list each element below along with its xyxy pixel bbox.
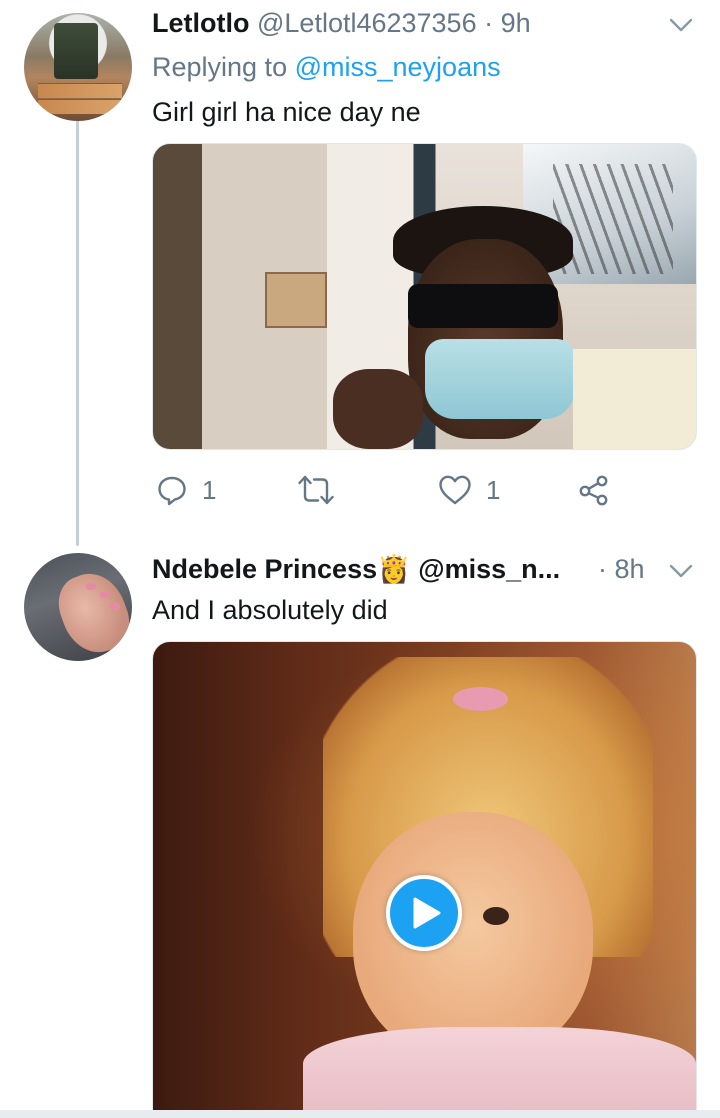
- share-button[interactable]: [578, 470, 610, 510]
- tweet-video[interactable]: [152, 641, 697, 1118]
- avatar[interactable]: [24, 13, 132, 121]
- reply-button[interactable]: 1: [156, 470, 216, 510]
- display-name[interactable]: Letlotlo: [152, 8, 249, 38]
- display-name[interactable]: Ndebele Princess: [152, 554, 377, 584]
- timestamp[interactable]: 9h: [501, 8, 531, 38]
- tweet-photo[interactable]: [152, 143, 697, 450]
- share-icon: [579, 475, 608, 506]
- tweet-meta: · 8h: [598, 553, 645, 585]
- user-handle[interactable]: @miss_n...: [418, 554, 560, 584]
- tweet-actions: 1 1: [152, 470, 695, 510]
- tweet-text: Girl girl ha nice day ne: [152, 97, 421, 127]
- user-handle[interactable]: @Letlotl46237356: [257, 8, 477, 38]
- separator-dot: ·: [598, 554, 607, 584]
- like-icon: [439, 475, 471, 505]
- play-icon: [413, 897, 441, 929]
- thread-connector-line: [76, 118, 79, 546]
- chevron-down-icon[interactable]: [668, 12, 694, 38]
- like-button[interactable]: 1: [438, 470, 500, 510]
- reply-mention-link[interactable]: @miss_neyjoans: [295, 52, 501, 82]
- retweet-icon: [298, 475, 334, 505]
- timestamp[interactable]: 8h: [615, 554, 645, 584]
- tweet-header: Letlotlo @Letlotl46237356 · 9h: [152, 7, 531, 39]
- chevron-down-icon[interactable]: [668, 558, 694, 584]
- play-button[interactable]: [386, 875, 462, 951]
- tweet-text: And I absolutely did: [152, 595, 388, 625]
- like-count: 1: [486, 474, 501, 505]
- timeline: Letlotlo @Letlotl46237356 · 9h Replying …: [0, 0, 720, 1118]
- tweet-header: Ndebele Princess👸 @miss_n...: [152, 553, 560, 585]
- princess-emoji: 👸: [377, 554, 411, 584]
- reply-icon: [158, 476, 186, 506]
- retweet-button[interactable]: [298, 470, 348, 510]
- reply-count: 1: [202, 474, 217, 505]
- separator-dot: ·: [484, 8, 494, 38]
- replying-to-label: Replying to: [152, 52, 288, 82]
- bottom-divider: [0, 1110, 720, 1118]
- avatar[interactable]: [24, 553, 132, 661]
- replying-to: Replying to @miss_neyjoans: [152, 51, 501, 83]
